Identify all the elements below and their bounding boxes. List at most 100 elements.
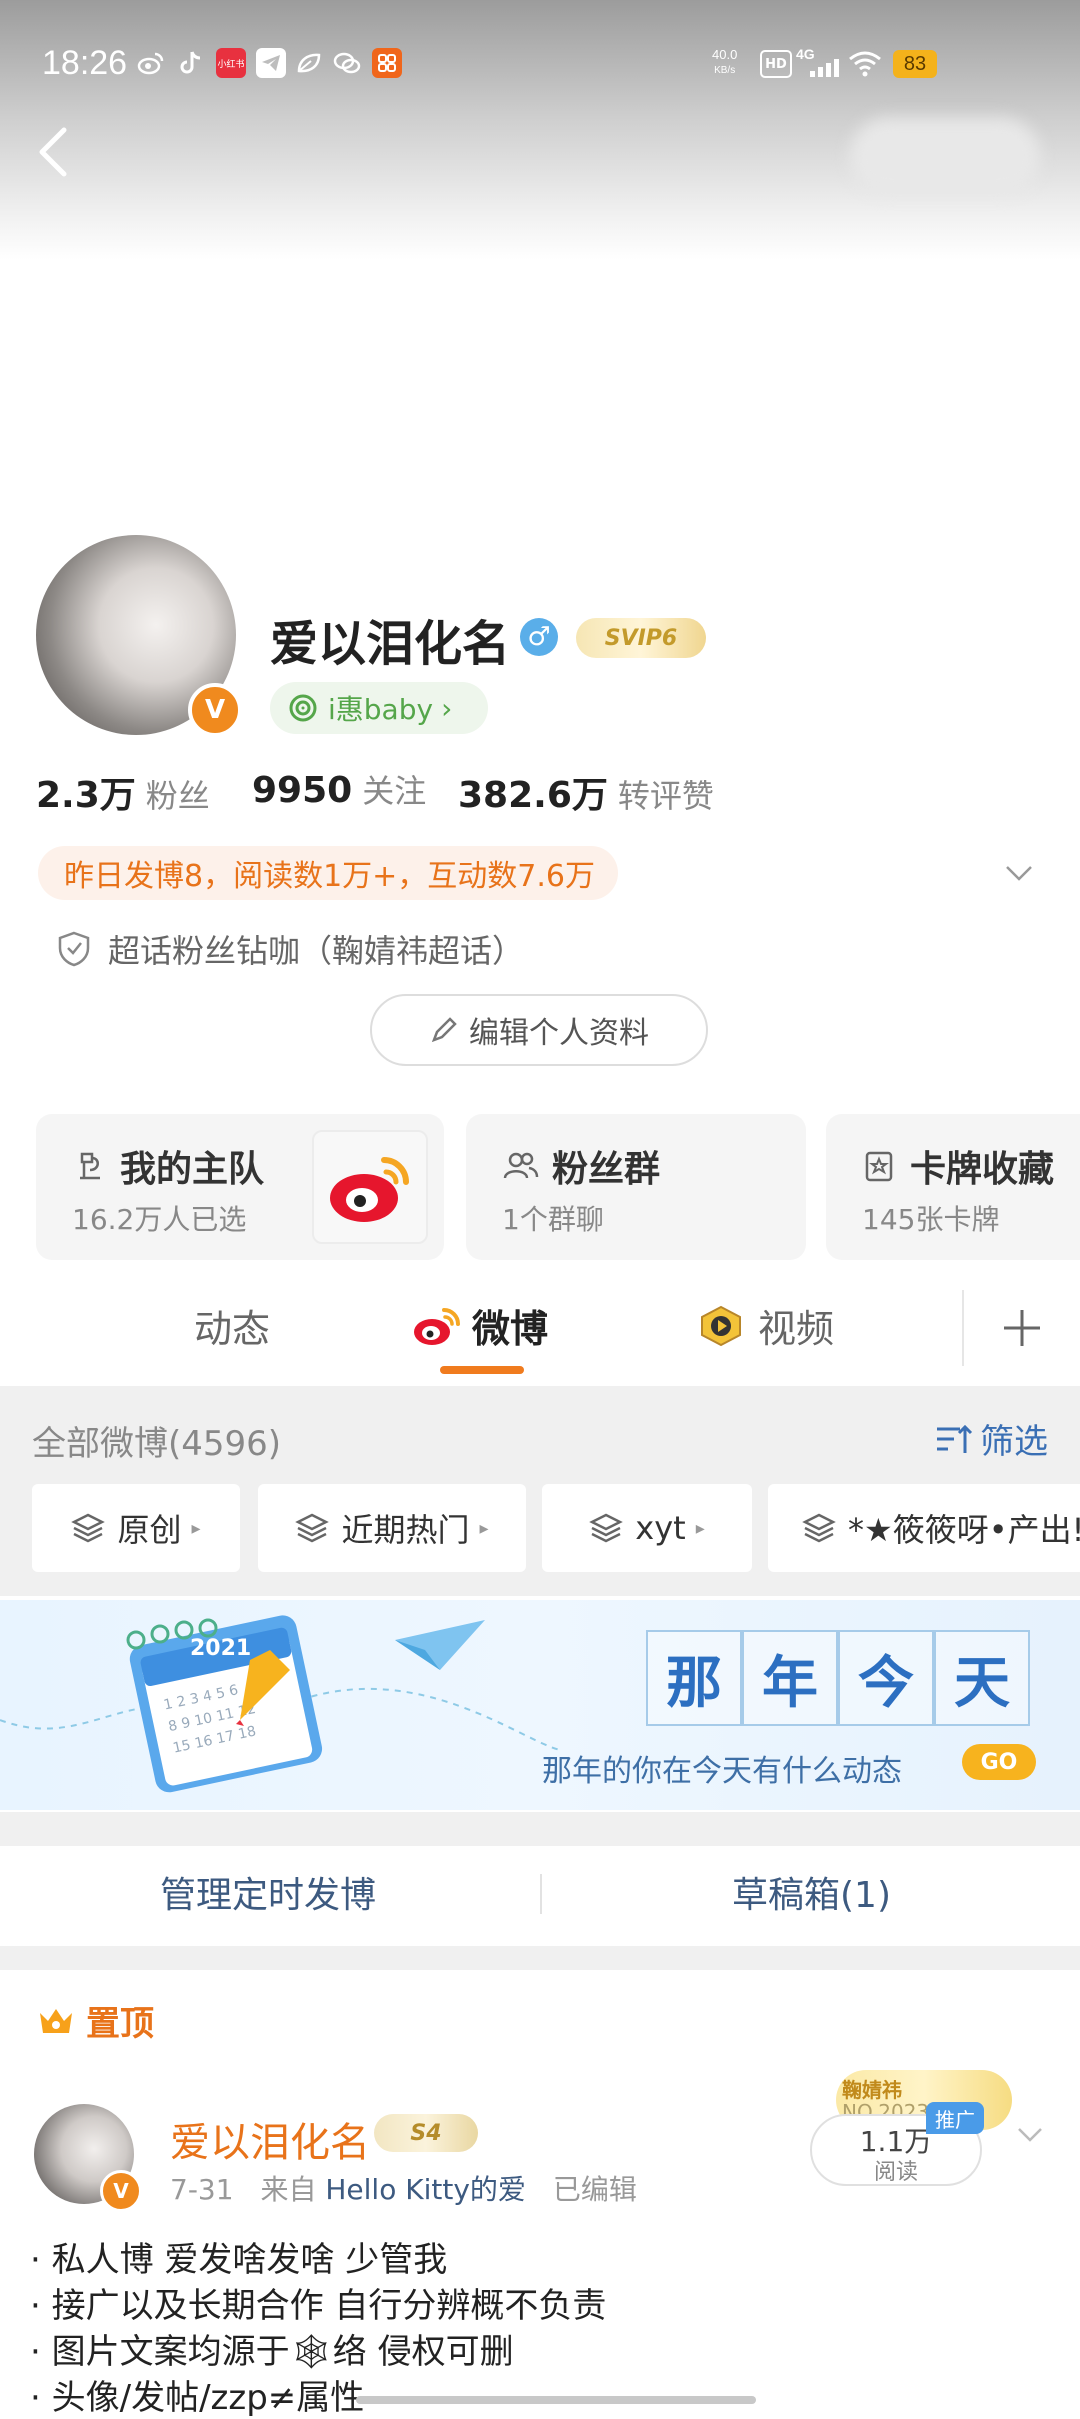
chip-fan-output-label: *★筱筱呀•产出! (848, 1511, 1080, 1549)
weibo-tab-icon (414, 1307, 460, 1345)
weibo-icon (136, 48, 166, 78)
home-indicator[interactable] (356, 2396, 756, 2404)
stat-following-label: 关注 (362, 772, 427, 810)
stat-fans[interactable]: 2.3万 粉丝 (36, 766, 210, 818)
banner-char: 那 (646, 1630, 742, 1726)
banner-go-button[interactable]: GO (962, 1744, 1036, 1780)
tab-activity-label: 动态 (194, 1307, 271, 1351)
active-tab-indicator (440, 1366, 524, 1374)
team-logo (312, 1130, 428, 1244)
post-text-line: · 私人博 爱发啥发啥 少管我 (30, 2240, 448, 2280)
stat-following-value: 9950 (252, 770, 353, 811)
layers-icon (295, 1513, 330, 1543)
stat-interactions-label: 转评赞 (617, 777, 714, 815)
ad-badge-line1: 鞠婧祎 (842, 2078, 902, 2102)
network-speed: 40.0 KB/s (712, 48, 737, 78)
scheduled-posts-button[interactable]: 管理定时发博 (160, 1866, 376, 1918)
stat-interactions[interactable]: 382.6万 转评赞 (458, 766, 714, 818)
status-bar: 18:26 小红书 40.0 KB/s HD 4G 83 (0, 0, 1080, 130)
section-separator (0, 1812, 1080, 1846)
post-date: 7-31 (170, 2173, 234, 2206)
ihui-label: i惠baby (328, 693, 434, 726)
card-card-collection-title: 卡牌收藏 (862, 1140, 1054, 1192)
card-card-collection-label: 卡牌收藏 (910, 1149, 1055, 1190)
post-text-line: · 图片文案均源于🕸络 侵权可删 (30, 2332, 514, 2372)
supertopic-fan-level[interactable]: 超话粉丝钻咖（鞠婧祎超话） (56, 926, 524, 972)
post-from: 来自 (260, 2173, 317, 2206)
post-meta: 7-31 来自 Hello Kitty的爱 已编辑 (170, 2168, 637, 2208)
chip-arrow-icon: ▸ (191, 1517, 201, 1539)
stat-fans-label: 粉丝 (145, 777, 210, 815)
crown-icon (40, 2008, 72, 2033)
tab-video-label: 视频 (758, 1307, 835, 1351)
chip-recent-hot[interactable]: 近期热门 ▸ (258, 1484, 526, 1572)
post-text-line: · 接广以及长期合作 自行分辨概不负责 (30, 2286, 607, 2326)
card-my-team-label: 我的主队 (120, 1149, 265, 1190)
daily-summary[interactable]: 昨日发博8，阅读数1万+，互动数7.6万 (38, 846, 618, 900)
xiaohongshu-icon: 小红书 (216, 48, 246, 78)
supertopic-label: 超话粉丝钻咖（鞠婧祎超话） (108, 932, 525, 970)
tab-activity[interactable]: 动态 (194, 1298, 270, 1353)
layers-icon (589, 1513, 624, 1543)
drafts-button[interactable]: 草稿箱(1) (732, 1866, 891, 1918)
ihui-chip[interactable]: i惠baby › (270, 682, 488, 734)
filter-label: 筛选 (980, 1422, 1048, 1462)
card-card-collection[interactable]: 卡牌收藏 145张卡牌 (826, 1114, 1080, 1260)
pencil-icon (431, 1017, 457, 1043)
status-time: 18:26 (42, 44, 128, 82)
expand-chevron-icon[interactable] (1004, 858, 1034, 888)
tab-weibo[interactable]: 微博 (410, 1298, 548, 1353)
shield-icon (58, 931, 90, 967)
verified-badge-icon: V (188, 683, 242, 737)
chip-fan-output[interactable]: *★筱筱呀•产出! (768, 1484, 1080, 1572)
card-fan-group-label: 粉丝群 (552, 1149, 661, 1190)
chip-xyt[interactable]: xyt ▸ (542, 1484, 752, 1572)
ihui-arrow-icon: › (441, 691, 453, 725)
chip-recent-hot-label: 近期热门 (341, 1511, 470, 1549)
card-fan-group-title: 粉丝群 (502, 1140, 660, 1192)
filter-button[interactable]: 筛选 (934, 1414, 1048, 1463)
section-separator (0, 1946, 1080, 1970)
post-edited: 已编辑 (552, 2173, 637, 2206)
stat-following[interactable]: 9950 关注 (252, 766, 426, 812)
profile-username: 爱以泪化名 (270, 616, 511, 672)
post-menu-chevron-icon[interactable] (1016, 2120, 1044, 2148)
read-count-label: 阅读 (873, 2160, 918, 2185)
chip-original[interactable]: 原创 ▸ (32, 1484, 240, 1572)
back-button[interactable] (30, 122, 80, 182)
battery-indicator: 83 (893, 50, 937, 78)
hd-icon: HD (760, 50, 792, 78)
post-author-name[interactable]: 爱以泪化名 (170, 2110, 370, 2168)
edit-profile-label: 编辑个人资料 (469, 1016, 649, 1051)
weibo-logo-icon (330, 1157, 409, 1222)
banner-char: 今 (838, 1630, 934, 1726)
back-arrow-icon (39, 127, 67, 177)
card-my-team-sub: 16.2万人已选 (72, 1203, 247, 1236)
layers-icon (802, 1513, 836, 1543)
svip-badge[interactable]: SVIP6 (576, 618, 706, 658)
post-level-badge[interactable]: S4 (374, 2114, 478, 2152)
edit-profile-button[interactable]: 编辑个人资料 (370, 994, 708, 1066)
network-speed-unit: KB/s (714, 65, 736, 76)
card-my-team-title: 我的主队 (72, 1140, 264, 1192)
card-icon (865, 1151, 893, 1182)
tab-divider (962, 1290, 964, 1366)
banner-title: 那 年 今 天 (646, 1630, 1036, 1726)
chip-original-label: 原创 (117, 1511, 182, 1549)
wechat-icon (332, 48, 362, 78)
all-weibo-count[interactable]: 全部微博(4596) (32, 1416, 281, 1465)
layers-icon (71, 1513, 106, 1543)
pinned-label: 置顶 (36, 1996, 154, 2045)
post-source[interactable]: Hello Kitty的爱 (325, 2173, 526, 2206)
card-card-collection-sub: 145张卡牌 (862, 1203, 1000, 1236)
card-fan-group-sub: 1个群聊 (502, 1203, 604, 1236)
xiaohongshu-label: 小红书 (217, 59, 245, 70)
card-fan-group[interactable]: 粉丝群 1个群聊 (466, 1114, 806, 1260)
blurred-top-avatar[interactable] (850, 118, 1040, 194)
promote-tag[interactable]: 推广 (926, 2102, 984, 2134)
chip-arrow-icon: ▸ (479, 1517, 489, 1539)
tab-video[interactable]: 视频 (696, 1298, 834, 1353)
team-icon (80, 1152, 100, 1180)
ihui-icon (289, 694, 317, 722)
add-tab-plus-icon[interactable] (1000, 1306, 1044, 1350)
